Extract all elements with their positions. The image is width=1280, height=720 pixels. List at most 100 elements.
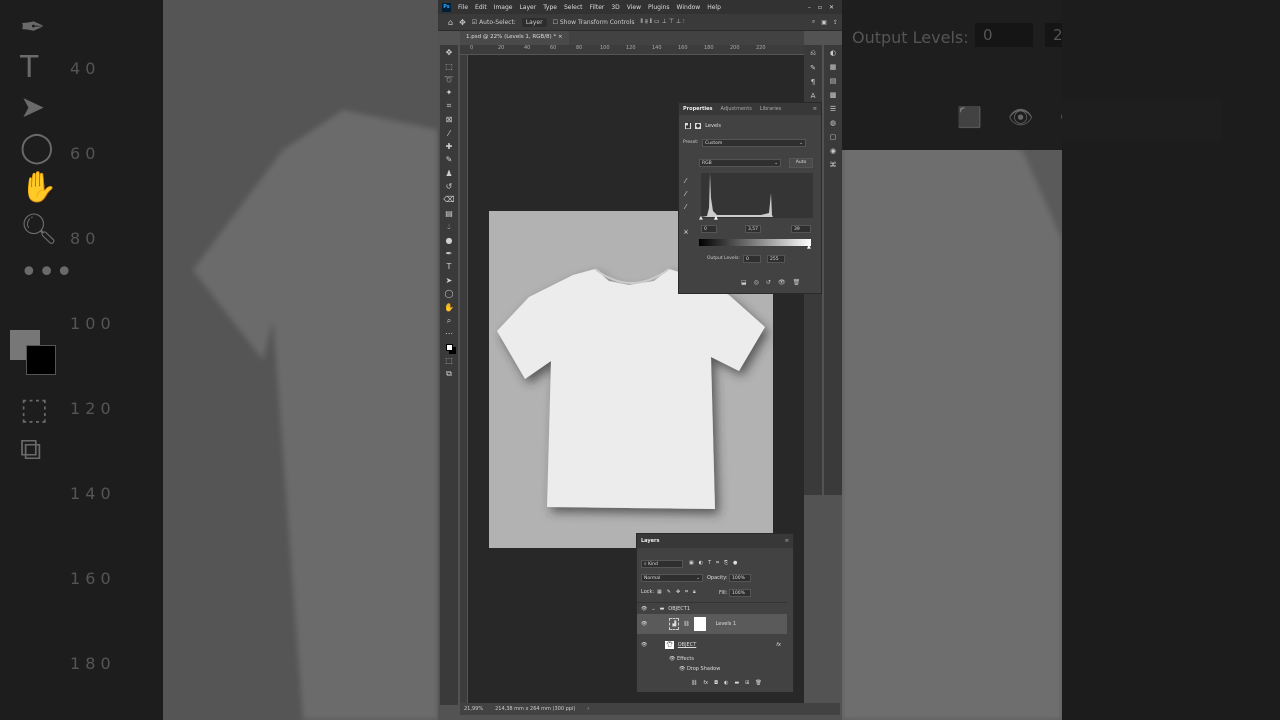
menu-edit[interactable]: Edit: [475, 4, 487, 11]
show-transform-checkbox[interactable]: ☐ Show Transform Controls: [553, 19, 635, 26]
screen-mode-icon[interactable]: ⧉: [442, 368, 456, 379]
crop-tool-icon[interactable]: ⌗: [442, 101, 456, 112]
lock-position-icon[interactable]: ✥: [676, 589, 680, 595]
move-tool-icon[interactable]: ✥: [459, 18, 466, 27]
view-previous-icon[interactable]: ◎: [754, 279, 759, 286]
libraries-icon[interactable]: ▢: [830, 133, 837, 141]
clip-to-layer-icon[interactable]: ⬓: [741, 279, 747, 286]
channel-dropdown[interactable]: RGB ⌄: [699, 159, 781, 167]
menu-layer[interactable]: Layer: [519, 4, 536, 11]
visibility-eye-icon[interactable]: 👁︎: [641, 642, 647, 648]
menu-filter[interactable]: Filter: [590, 4, 605, 11]
auto-button[interactable]: Auto: [789, 158, 813, 168]
menu-window[interactable]: Window: [677, 4, 701, 11]
tab-adjustments[interactable]: Adjustments: [720, 106, 751, 112]
panel-menu-icon[interactable]: ≡: [813, 106, 817, 112]
dodge-tool-icon[interactable]: ●: [442, 234, 456, 245]
panel-menu-icon[interactable]: ≡: [785, 538, 789, 544]
marquee-tool-icon[interactable]: ⬚: [442, 60, 456, 71]
frame-tool-icon[interactable]: ⊠: [442, 114, 456, 125]
paths-icon[interactable]: ⌘: [830, 161, 837, 169]
channels-icon[interactable]: ◉: [830, 147, 836, 155]
menu-plugins[interactable]: Plugins: [648, 4, 670, 11]
filter-kind-dropdown[interactable]: ⌕ Kind: [641, 560, 683, 568]
expand-chevron-icon[interactable]: ⌄: [651, 606, 655, 612]
lock-pixels-icon[interactable]: ▦: [657, 589, 662, 595]
filter-toggle-icon[interactable]: ●: [733, 560, 737, 566]
clipping-icon[interactable]: ⩙: [684, 228, 688, 237]
lock-all-icon[interactable]: 🔒︎: [693, 589, 696, 595]
input-white-field[interactable]: 39: [791, 225, 811, 233]
close-icon[interactable]: ✕: [829, 4, 834, 11]
gray-point-eyedropper-icon[interactable]: ⁄: [685, 188, 686, 201]
ellipse-tool-icon[interactable]: ◯: [442, 288, 456, 299]
gradients-icon[interactable]: ▤: [830, 77, 837, 85]
menu-help[interactable]: Help: [707, 4, 721, 11]
visibility-icon[interactable]: 👁︎: [778, 279, 786, 286]
minimize-icon[interactable]: –: [808, 4, 811, 11]
reset-icon[interactable]: ↺: [766, 279, 771, 286]
filter-adjustment-icon[interactable]: ◐: [699, 560, 703, 566]
filter-smart-icon[interactable]: ⎘: [724, 560, 728, 566]
hand-tool-icon[interactable]: ✋: [442, 301, 456, 312]
align-icons[interactable]: ⫴ ⫵ ⫴ ▭ ⊥ ⊤ ⊥ ⫶: [641, 18, 685, 26]
move-tool-icon[interactable]: ✥: [442, 47, 456, 58]
adjustments-icon[interactable]: ☰: [830, 105, 836, 113]
new-adjustment-icon[interactable]: ◐: [724, 680, 728, 686]
zoom-tool-icon[interactable]: ⌕: [442, 315, 456, 326]
output-white-slider[interactable]: ▲: [807, 244, 811, 250]
color-swatches-icon[interactable]: [442, 342, 456, 353]
link-layers-icon[interactable]: ⛓: [691, 680, 697, 686]
input-gamma-field[interactable]: 3,57: [745, 225, 761, 233]
history-brush-icon[interactable]: ↺: [442, 181, 456, 192]
eraser-icon[interactable]: ⌫: [442, 194, 456, 205]
mask-icon[interactable]: ●: [694, 123, 702, 129]
healing-brush-icon[interactable]: ✚: [442, 141, 456, 152]
magic-wand-icon[interactable]: ✦: [442, 87, 456, 98]
auto-select-checkbox[interactable]: ☑ Auto-Select:: [472, 19, 516, 26]
more-tools-icon[interactable]: ⋯: [442, 328, 456, 339]
output-white-field[interactable]: 255: [767, 255, 785, 263]
delete-layer-icon[interactable]: 🗑︎: [755, 680, 761, 686]
tab-properties[interactable]: Properties: [683, 106, 712, 112]
drop-shadow-row[interactable]: 👁︎ Drop Shadow: [679, 666, 720, 672]
fx-badge[interactable]: fx: [776, 642, 781, 648]
new-group-icon[interactable]: ▬: [734, 680, 739, 686]
brush-settings-icon[interactable]: ✎: [810, 64, 816, 72]
lasso-tool-icon[interactable]: ➰: [442, 74, 456, 85]
brush-tool-icon[interactable]: ✎: [442, 154, 456, 165]
opacity-field[interactable]: 100%: [729, 574, 751, 582]
path-select-icon[interactable]: ➤: [442, 275, 456, 286]
layer-row-levels[interactable]: 👁︎ ▟ ⛓ Levels 1: [637, 614, 787, 634]
white-point-eyedropper-icon[interactable]: ⁄: [685, 201, 686, 214]
input-gamma-slider[interactable]: ▲: [714, 215, 718, 221]
layer-row-object[interactable]: 👁︎ 👕︎ OBJECT fx: [637, 635, 787, 655]
layer-row-group[interactable]: 👁︎ ⌄ ▬ OBJECT1: [637, 602, 787, 614]
add-style-icon[interactable]: fx: [703, 680, 708, 686]
patterns-icon[interactable]: ▩: [830, 91, 837, 99]
share-icon[interactable]: ⇪: [833, 19, 838, 26]
lock-paint-icon[interactable]: ✎: [667, 589, 671, 595]
filter-shape-icon[interactable]: ⌗: [716, 560, 719, 566]
auto-select-dropdown[interactable]: Layer: [521, 17, 547, 27]
menu-select[interactable]: Select: [564, 4, 583, 11]
eyedropper-icon[interactable]: ⁄: [442, 127, 456, 138]
home-icon[interactable]: ⌂: [448, 18, 453, 27]
history-icon[interactable]: ⎌: [810, 49, 816, 58]
preset-dropdown[interactable]: Custom ⌄: [702, 139, 806, 147]
menu-image[interactable]: Image: [494, 4, 513, 11]
filter-pixel-icon[interactable]: ▣: [689, 560, 694, 566]
add-mask-icon[interactable]: ◘: [714, 680, 718, 686]
type-tool-icon[interactable]: T: [442, 261, 456, 272]
effects-row[interactable]: 👁︎ Effects: [669, 656, 694, 662]
input-black-field[interactable]: 0: [701, 225, 717, 233]
pen-tool-icon[interactable]: ✒: [442, 248, 456, 259]
filter-type-icon[interactable]: T: [708, 560, 711, 566]
document-tab[interactable]: 1.psd @ 22% (Levels 1, RGB/8) * ×: [460, 31, 569, 45]
black-point-eyedropper-icon[interactable]: ⁄: [685, 175, 686, 188]
tab-close-icon[interactable]: ×: [558, 34, 563, 40]
search-icon[interactable]: ⌕: [812, 18, 815, 26]
blur-tool-icon[interactable]: 💧︎: [442, 221, 456, 232]
quick-mask-icon[interactable]: ⬚: [442, 355, 456, 366]
output-black-field[interactable]: 0: [743, 255, 761, 263]
